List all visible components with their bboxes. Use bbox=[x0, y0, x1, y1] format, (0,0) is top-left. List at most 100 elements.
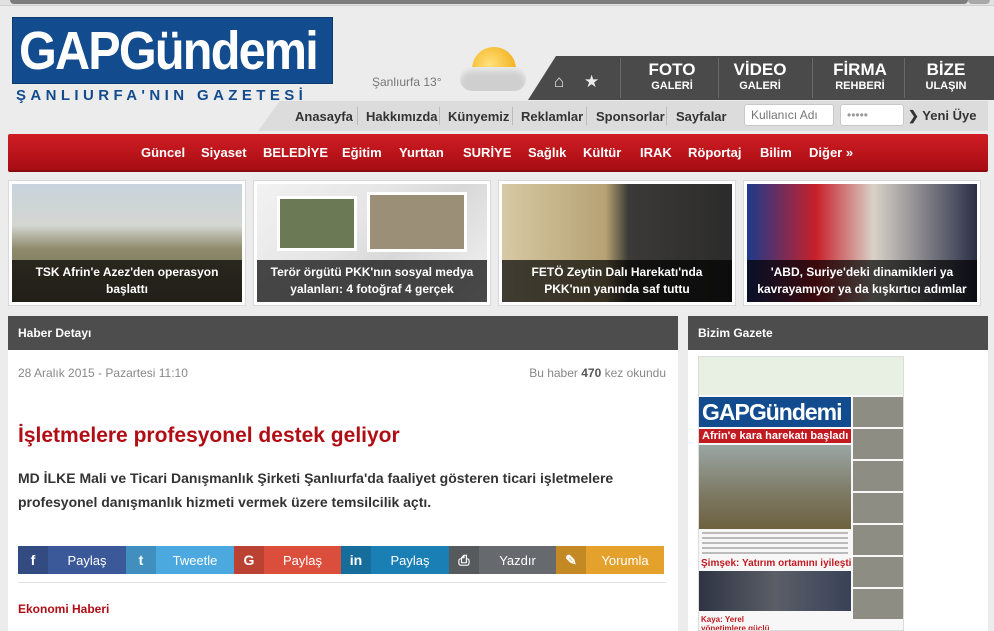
subnav-link-anasayfa[interactable]: Anasayfa bbox=[295, 109, 353, 124]
subnav-separator bbox=[666, 107, 667, 125]
subnav-link-hakkimizda[interactable]: Hakkımızda bbox=[366, 109, 438, 124]
subnav-separator bbox=[439, 107, 440, 125]
tab-video-galeri[interactable]: VİDEO GALERİ bbox=[720, 60, 800, 94]
newspaper-side-column bbox=[853, 397, 903, 630]
comment-icon: ✎ bbox=[556, 546, 586, 574]
linkedin-icon: in bbox=[341, 546, 371, 574]
tab-firma-rehberi-big: FİRMA bbox=[833, 60, 887, 79]
newspaper-headline-3: Kaya: Yerel yönetimlere güçlü bir destek… bbox=[701, 615, 770, 631]
headline-slider: TSK Afrin'e Azez'den operasyon başlattı … bbox=[8, 180, 988, 308]
subnav-link-sponsorlar[interactable]: Sponsorlar bbox=[596, 109, 665, 124]
article-panel: Haber Detayı 28 Aralık 2015 - Pazartesi … bbox=[8, 316, 678, 631]
read-count-prefix: Bu haber bbox=[529, 366, 578, 380]
logo-tagline: ŞANLIURFA'NIN GAZETESİ bbox=[16, 87, 308, 104]
subnav-separator bbox=[586, 107, 587, 125]
site-logo[interactable]: GAPGündemi ŞANLIURFA'NIN GAZETESİ bbox=[12, 17, 333, 107]
nav-diger[interactable]: Diğer » bbox=[809, 145, 853, 160]
nav-saglik[interactable]: Sağlık bbox=[528, 145, 566, 160]
top-strip-handle bbox=[968, 0, 990, 4]
newspaper-photo bbox=[699, 445, 851, 529]
nav-suriye[interactable]: SURİYE bbox=[463, 145, 511, 160]
logo-text: GAPGündemi bbox=[19, 21, 319, 81]
star-icon[interactable]: ★ bbox=[584, 72, 599, 92]
sidebar-panel: Bizim Gazete GAPGündemi Afrin'e kara har… bbox=[688, 316, 988, 631]
nav-siyaset[interactable]: Siyaset bbox=[201, 145, 247, 160]
comment-button[interactable]: ✎ Yorumla bbox=[556, 546, 664, 574]
share-google-button[interactable]: G Paylaş bbox=[234, 546, 341, 574]
share-twitter-button[interactable]: t Tweetle bbox=[126, 546, 234, 574]
chevron-right-icon: ❯ bbox=[908, 108, 923, 123]
tab-foto-galeri[interactable]: FOTO GALERİ bbox=[632, 60, 712, 94]
weather-widget: Şanlıurfa 13° bbox=[372, 45, 532, 95]
share-twitter-label: Tweetle bbox=[172, 553, 218, 568]
top-strip-bar bbox=[10, 0, 968, 4]
twitter-icon: t bbox=[126, 546, 156, 574]
subnav-link-reklamlar[interactable]: Reklamlar bbox=[521, 109, 583, 124]
tab-foto-galeri-big: FOTO bbox=[648, 60, 696, 79]
new-user-label: Yeni Üye bbox=[922, 108, 977, 123]
home-icon[interactable]: ⌂ bbox=[554, 72, 564, 92]
nav-kultur[interactable]: Kültür bbox=[583, 145, 621, 160]
sidebar-panel-title: Bizim Gazete bbox=[688, 316, 988, 350]
slide-card[interactable]: TSK Afrin'e Azez'den operasyon başlattı bbox=[8, 180, 246, 306]
slide-caption: 'ABD, Suriye'deki dinamikleri ya kavraya… bbox=[747, 260, 977, 302]
tab-bize-ulasin[interactable]: BİZE ULAŞIN bbox=[908, 61, 984, 94]
tab-video-galeri-small: GALERİ bbox=[739, 80, 781, 92]
tab-separator bbox=[812, 58, 813, 98]
nav-egitim[interactable]: Eğitim bbox=[342, 145, 382, 160]
read-count-suffix: kez okundu bbox=[604, 366, 666, 380]
print-icon: ⎙ bbox=[449, 546, 479, 574]
tab-firma-rehberi-small: REHBERİ bbox=[835, 80, 885, 92]
tab-video-galeri-big: VİDEO bbox=[733, 60, 787, 79]
subnav-link-sayfalar[interactable]: Sayfalar bbox=[676, 109, 727, 124]
divider bbox=[18, 582, 666, 583]
comment-label: Yorumla bbox=[601, 553, 649, 568]
subnav-separator bbox=[357, 107, 358, 125]
share-facebook-button[interactable]: f Paylaş bbox=[18, 546, 126, 574]
new-user-link[interactable]: ❯ Yeni Üye bbox=[908, 108, 976, 124]
cloud-icon bbox=[460, 67, 526, 91]
article-date: 28 Aralık 2015 - Pazartesi 11:10 bbox=[18, 366, 188, 380]
nav-yurttan[interactable]: Yurttan bbox=[399, 145, 444, 160]
password-input[interactable] bbox=[840, 104, 904, 126]
article-summary: MD İLKE Mali ve Ticari Danışmanlık Şirke… bbox=[18, 470, 614, 510]
secondary-nav: Anasayfa Hakkımızda Künyemiz Reklamlar S… bbox=[258, 101, 988, 131]
nav-guncel[interactable]: Güncel bbox=[141, 145, 185, 160]
logo-box: GAPGündemi bbox=[12, 17, 333, 84]
main-nav: Güncel Siyaset BELEDİYE Eğitim Yurttan S… bbox=[8, 134, 988, 172]
article-category[interactable]: Ekonomi Haberi bbox=[18, 602, 109, 616]
slide-card[interactable]: FETÖ Zeytin Dalı Harekatı'nda PKK'nın ya… bbox=[498, 180, 736, 306]
nav-belediye[interactable]: BELEDİYE bbox=[263, 145, 328, 160]
nav-irak[interactable]: IRAK bbox=[640, 145, 672, 160]
username-input[interactable] bbox=[744, 104, 834, 126]
print-label: Yazdır bbox=[499, 553, 536, 568]
tab-firma-rehberi[interactable]: FİRMA REHBERİ bbox=[816, 60, 904, 94]
newspaper-headline: Afrin'e kara harekatı başladı bbox=[699, 429, 851, 443]
newspaper-photo-2 bbox=[699, 571, 851, 611]
article-title: İşletmelere profesyonel destek geliyor bbox=[18, 424, 400, 447]
slide-caption: Terör örgütü PKK'nın sosyal medya yalanl… bbox=[257, 260, 487, 302]
print-button[interactable]: ⎙ Yazdır bbox=[449, 546, 556, 574]
newspaper-ads bbox=[699, 357, 903, 395]
read-count-value: 470 bbox=[581, 366, 602, 380]
top-strip bbox=[0, 0, 994, 6]
slide-card[interactable]: Terör örgütü PKK'nın sosyal medya yalanl… bbox=[253, 180, 491, 306]
facebook-icon: f bbox=[18, 546, 48, 574]
newspaper-headline-2: Şimşek: Yatırım ortamını iyileştiriyoruz bbox=[701, 558, 851, 569]
newspaper-cover[interactable]: GAPGündemi Afrin'e kara harekatı başladı… bbox=[698, 356, 904, 631]
slide-card[interactable]: 'ABD, Suriye'deki dinamikleri ya kavraya… bbox=[743, 180, 981, 306]
share-linkedin-button[interactable]: in Paylaş bbox=[341, 546, 449, 574]
subnav-link-kunyemiz[interactable]: Künyemiz bbox=[448, 109, 509, 124]
newspaper-masthead: GAPGündemi bbox=[699, 397, 851, 427]
panel-title: Haber Detayı bbox=[8, 316, 678, 350]
weather-text: Şanlıurfa 13° bbox=[372, 75, 442, 89]
slide-caption: TSK Afrin'e Azez'den operasyon başlattı bbox=[12, 260, 242, 302]
nav-roportaj[interactable]: Röportaj bbox=[688, 145, 741, 160]
tab-separator bbox=[620, 58, 621, 98]
slide-caption: FETÖ Zeytin Dalı Harekatı'nda PKK'nın ya… bbox=[502, 260, 732, 302]
tab-separator bbox=[718, 58, 719, 98]
read-count: Bu haber 470 kez okundu bbox=[529, 366, 666, 380]
nav-bilim[interactable]: Bilim bbox=[760, 145, 792, 160]
google-plus-icon: G bbox=[234, 546, 264, 574]
tab-foto-galeri-small: GALERİ bbox=[651, 80, 693, 92]
